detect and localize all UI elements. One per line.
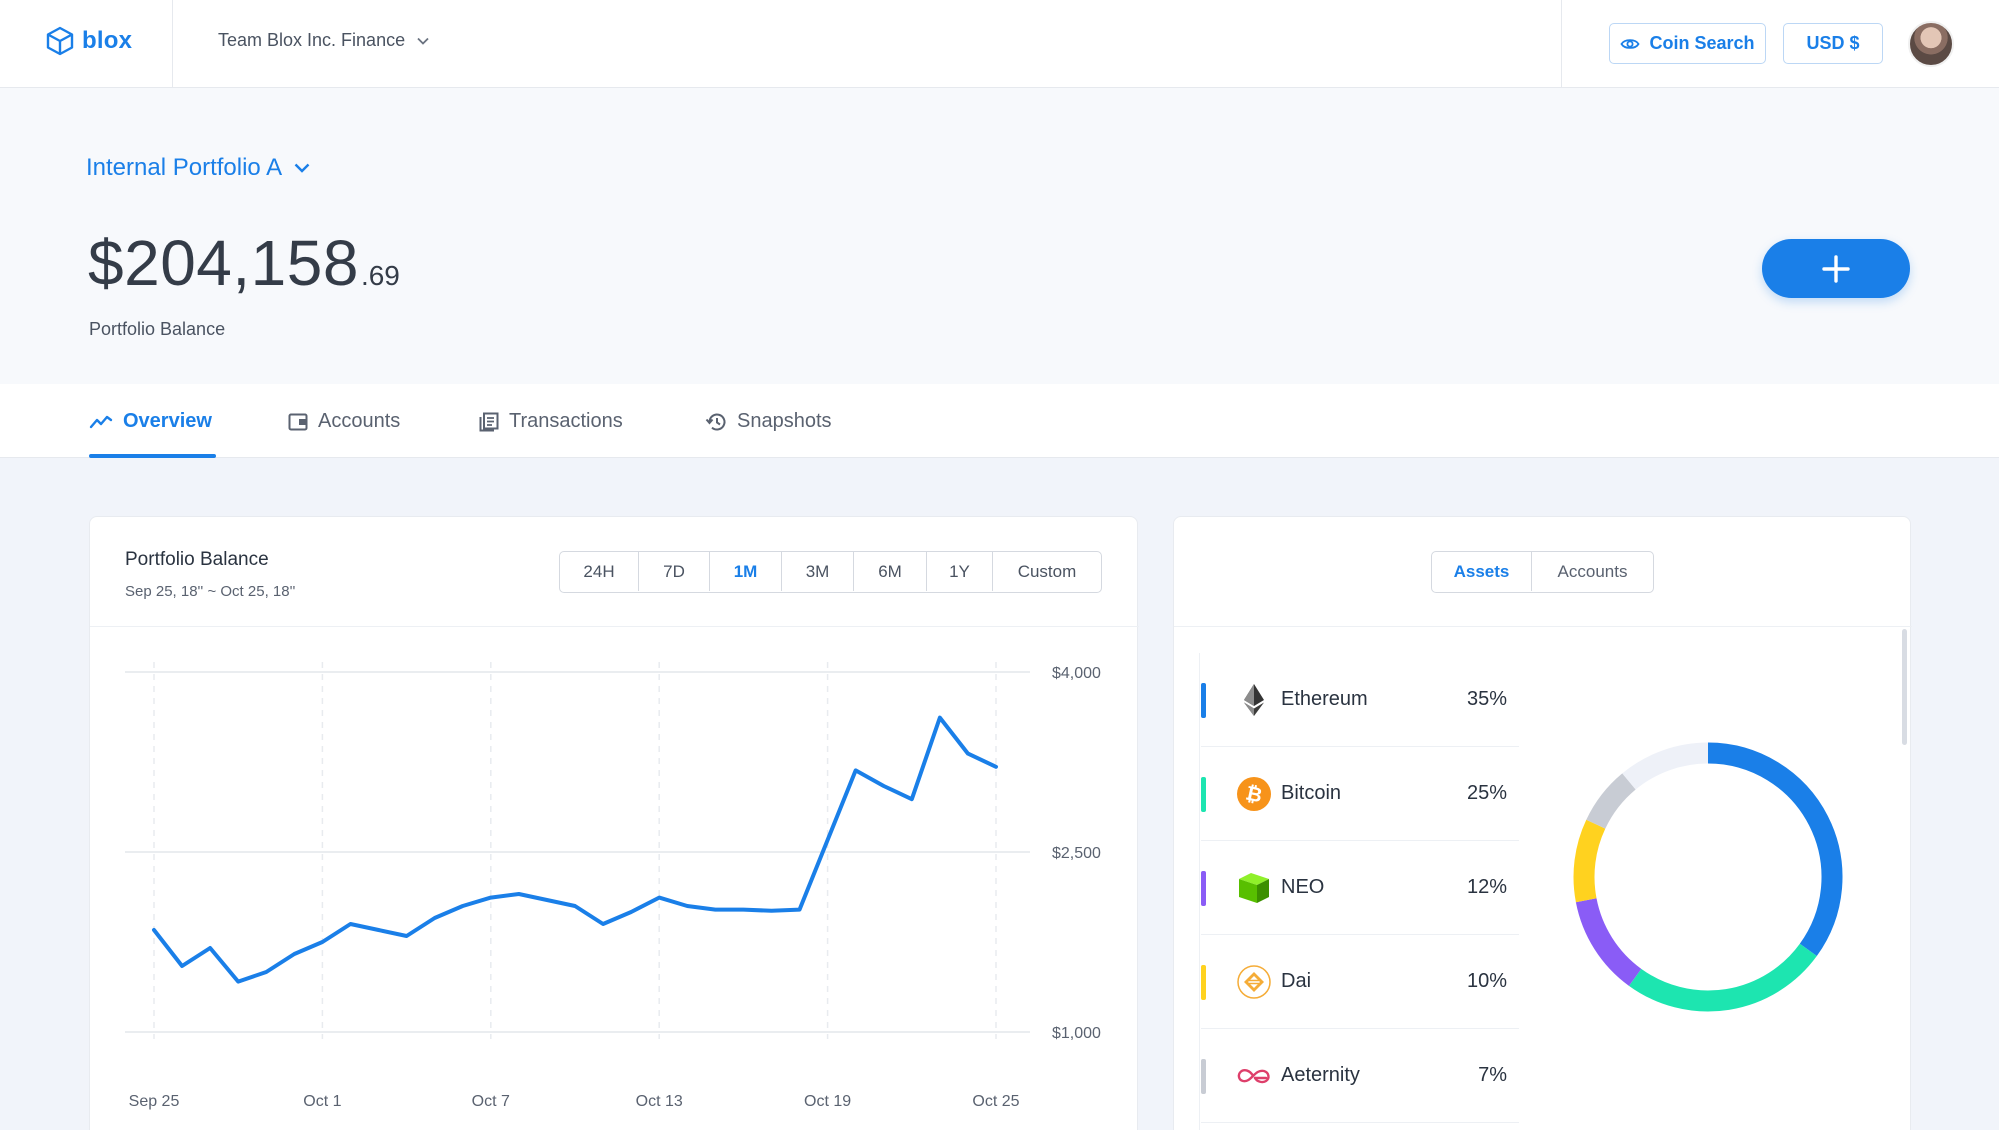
list-divider	[1199, 653, 1200, 1130]
assets-scrollbar[interactable]	[1902, 629, 1907, 745]
tab-label: Overview	[123, 410, 212, 432]
dai-icon	[1236, 964, 1272, 1000]
asset-percent: 35%	[1466, 688, 1507, 710]
wallet-icon	[288, 413, 308, 430]
x-axis-tick-label: Oct 13	[636, 1093, 683, 1110]
asset-name: NEO	[1281, 876, 1325, 898]
chevron-down-icon	[417, 37, 429, 45]
tab-overview[interactable]: Overview	[89, 410, 212, 433]
ethereum-icon	[1236, 682, 1272, 718]
donut-slice-aeternity	[1586, 773, 1636, 829]
balance-label: Portfolio Balance	[89, 319, 226, 339]
portfolio-balance-card: Portfolio Balance Sep 25, 18'' ~ Oct 25,…	[89, 516, 1139, 1130]
range-24h-button[interactable]: 24H	[560, 552, 639, 591]
y-axis-tick-label: $4,000	[1052, 665, 1101, 682]
tab-label: Accounts	[318, 410, 401, 432]
chevron-down-icon	[294, 163, 310, 173]
asset-color-bar	[1201, 1059, 1206, 1094]
assets-toggle-button[interactable]: Assets	[1432, 552, 1532, 591]
assets-accounts-toggle: Assets Accounts	[1431, 551, 1654, 593]
chart-date-range: Sep 25, 18'' ~ Oct 25, 18''	[125, 583, 296, 600]
asset-color-bar	[1201, 965, 1206, 1000]
time-range-selector: 24H 7D 1M 3M 6M 1Y Custom	[559, 551, 1102, 593]
asset-color-bar	[1201, 683, 1206, 718]
asset-percent: 25%	[1466, 782, 1507, 804]
bitcoin-icon: ₿	[1236, 776, 1272, 812]
asset-name: Aeternity	[1281, 1064, 1360, 1086]
logo-text: blox	[82, 27, 133, 54]
team-selector[interactable]: Team Blox Inc. Finance	[218, 30, 429, 51]
aeternity-icon	[1236, 1058, 1272, 1094]
tab-label: Snapshots	[737, 410, 832, 432]
tab-label: Transactions	[509, 410, 623, 432]
tab-accounts[interactable]: Accounts	[288, 410, 400, 433]
tab-bar: Overview Accounts Transactions Snapshots	[0, 384, 1999, 458]
y-axis-tick-label: $2,500	[1052, 845, 1101, 862]
eye-icon	[1620, 38, 1641, 49]
nav-divider	[1561, 0, 1562, 88]
allocation-donut-chart	[1573, 742, 1843, 1012]
asset-percent: 12%	[1466, 876, 1507, 898]
donut-slice-dai	[1573, 819, 1606, 903]
cube-logo-icon	[46, 26, 74, 56]
x-axis-tick-label: Oct 19	[804, 1093, 851, 1110]
asset-name: Dai	[1281, 970, 1312, 992]
plus-icon	[1822, 254, 1850, 283]
portfolio-name: Internal Portfolio A	[86, 154, 283, 181]
blox-logo[interactable]: blox	[46, 26, 132, 56]
asset-row-dai[interactable]: Dai 10%	[1201, 935, 1519, 1029]
coin-search-label: Coin Search	[1649, 33, 1755, 53]
currency-button[interactable]: USD $	[1783, 23, 1883, 64]
asset-percent: 7%	[1478, 1064, 1507, 1086]
range-3m-button[interactable]: 3M	[782, 552, 854, 591]
balance-series-line	[152, 715, 998, 984]
neo-icon	[1236, 870, 1272, 906]
x-axis-tick-label: Oct 1	[303, 1093, 341, 1110]
history-icon	[705, 413, 726, 430]
donut-slice-bitcoin	[1628, 943, 1817, 1012]
document-list-icon	[479, 412, 499, 431]
y-axis-tick-label: $1,000	[1052, 1025, 1101, 1042]
range-custom-button[interactable]: Custom	[993, 552, 1101, 591]
asset-color-bar	[1201, 777, 1206, 812]
accounts-toggle-button[interactable]: Accounts	[1532, 552, 1653, 591]
asset-percent: 10%	[1466, 970, 1507, 992]
nav-divider	[172, 0, 173, 88]
asset-row-ethereum[interactable]: Ethereum 35%	[1201, 653, 1519, 747]
user-avatar[interactable]	[1908, 21, 1954, 67]
donut-slice-other	[1622, 742, 1709, 790]
asset-row-neo[interactable]: NEO 12%	[1201, 841, 1519, 935]
team-name: Team Blox Inc. Finance	[218, 30, 406, 50]
donut-slice-ethereum	[1707, 742, 1843, 957]
balance-main: $204,158	[88, 227, 359, 299]
asset-row-aeternity[interactable]: Aeternity 7%	[1201, 1029, 1519, 1123]
add-button[interactable]	[1762, 239, 1910, 298]
tab-snapshots[interactable]: Snapshots	[705, 410, 832, 433]
trend-line-icon	[89, 415, 113, 428]
range-7d-button[interactable]: 7D	[639, 552, 710, 591]
asset-name: Ethereum	[1281, 688, 1368, 710]
coin-search-button[interactable]: Coin Search	[1609, 23, 1766, 64]
x-axis-tick-label: Oct 25	[972, 1093, 1019, 1110]
portfolio-balance-value: $204,158 .69	[88, 226, 400, 300]
range-1y-button[interactable]: 1Y	[927, 552, 993, 591]
asset-row-bitcoin[interactable]: ₿ Bitcoin 25%	[1201, 747, 1519, 841]
x-axis-tick-label: Oct 7	[472, 1093, 510, 1110]
balance-cents: .69	[360, 260, 400, 291]
portfolio-balance-line-chart: $4,000 $2,500 $1,000 Sep 25 Oct 1 Oct 7 Oct 1…	[125, 662, 1101, 1110]
asset-name: Bitcoin	[1281, 782, 1342, 804]
top-navigation-bar: blox Team Blox Inc. Finance Coin Search …	[0, 0, 1999, 88]
asset-color-bar	[1201, 871, 1206, 906]
assets-allocation-card: Assets Accounts Ethereum 35% ₿ Bitcoin 2…	[1173, 516, 1912, 1130]
range-1m-button[interactable]: 1M	[710, 552, 782, 591]
x-axis-tick-label: Sep 25	[129, 1093, 180, 1110]
card-divider	[1174, 626, 1912, 627]
tab-transactions[interactable]: Transactions	[479, 410, 623, 433]
currency-label: USD $	[1806, 33, 1860, 53]
range-6m-button[interactable]: 6M	[854, 552, 927, 591]
chart-title: Portfolio Balance	[125, 549, 269, 570]
portfolio-selector[interactable]: Internal Portfolio A	[86, 154, 310, 182]
donut-slice-neo	[1575, 898, 1642, 986]
